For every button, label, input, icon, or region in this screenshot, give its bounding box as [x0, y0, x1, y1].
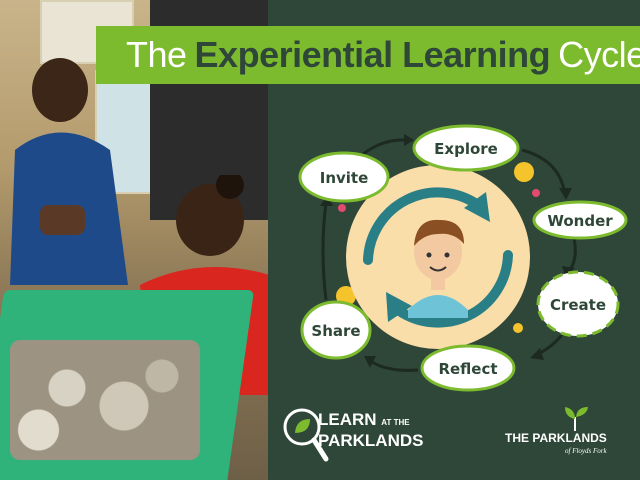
parklands-title: THE PARKLANDS	[505, 431, 607, 445]
learn-text: LEARN	[318, 410, 377, 429]
step-label: Wonder	[547, 212, 613, 230]
parklands-subtitle: of Floyds Fork	[565, 447, 607, 455]
arrowhead-icon	[404, 134, 414, 146]
step-label: Explore	[434, 140, 498, 158]
parklands-text: PARKLANDS	[318, 431, 424, 450]
step-explore: Explore	[412, 124, 520, 172]
step-label: Create	[550, 296, 606, 314]
leaf-icon	[565, 407, 588, 431]
step-share: Share	[300, 300, 372, 360]
step-invite: Invite	[298, 151, 390, 203]
arrowhead-icon	[559, 188, 572, 200]
the-parklands-logo: THE PARKLANDS of Floyds Fork	[505, 405, 625, 465]
decor-dot	[514, 162, 534, 182]
step-reflect: Reflect	[420, 344, 516, 392]
decor-dot	[513, 323, 523, 333]
flow-arrow	[537, 331, 566, 356]
title-part-3: Cycle	[558, 34, 640, 75]
learning-cycle-diagram: Invite Explore Wonder Create Reflect Sha…	[298, 124, 628, 392]
decor-dot	[338, 204, 346, 212]
step-label: Reflect	[438, 360, 497, 378]
rock-pile	[10, 340, 200, 460]
flow-arrow	[568, 237, 577, 271]
title-part-1: The	[126, 34, 187, 75]
step-create: Create	[536, 270, 620, 338]
step-label: Invite	[320, 169, 369, 187]
decor-dot	[532, 189, 540, 197]
flow-arrow	[321, 201, 328, 301]
title-part-2: Experiential Learning	[194, 34, 551, 75]
learn-at-the-parklands-logo: LEARN AT THE PARKLANDS	[282, 405, 442, 469]
flow-arrow	[371, 360, 419, 372]
title-banner: The Experiential Learning Cycle	[96, 26, 640, 84]
step-label: Share	[311, 322, 360, 340]
boy-figure	[10, 58, 128, 285]
step-wonder: Wonder	[532, 200, 628, 240]
arrowhead-icon	[530, 348, 544, 360]
at-the-text: AT THE	[381, 418, 410, 427]
